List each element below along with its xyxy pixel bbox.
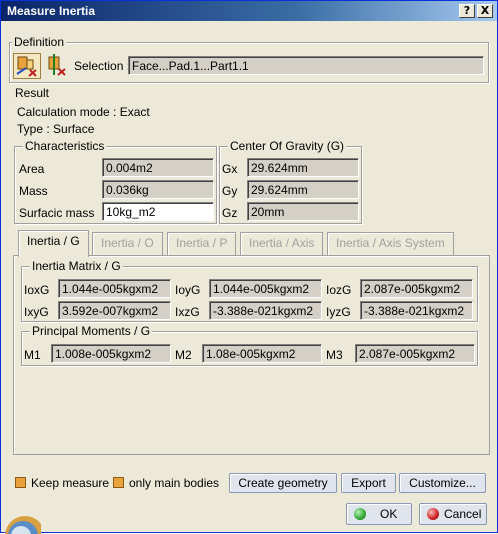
create-geometry-button[interactable]: Create geometry [229,473,337,493]
measure-inertia-dialog: Measure Inertia ? X Definition Selection… [0,0,498,534]
ixzg-value: -3.388e-021kgxm2 [209,301,322,320]
tab-inertia-axis[interactable]: Inertia / Axis [240,232,324,255]
title-bar[interactable]: Measure Inertia ? X [1,1,497,21]
mass-label: Mass [19,184,48,198]
area-label: Area [19,162,45,176]
tab-inertia-g[interactable]: Inertia / G [18,230,89,257]
characteristics-title: Characteristics [23,139,107,153]
gx-label: Gx [222,162,238,176]
ioyg-label: IoyG [175,283,201,297]
cancel-label: Cancel [444,507,482,521]
surfacic-mass-label: Surfacic mass [19,206,95,220]
gz-label: Gz [222,206,238,220]
m2-value: 1.08e-005kgxm2 [202,344,322,363]
ok-label: OK [380,507,398,521]
m2-label: M2 [175,348,192,362]
help-button[interactable]: ? [459,4,475,18]
mass-value: 0.036kg [102,180,214,199]
iyzg-label: IyzG [326,305,351,319]
gx-value: 29.624mm [247,158,359,177]
gy-label: Gy [222,184,238,198]
m1-label: M1 [24,348,41,362]
selection-label: Selection : [74,59,131,73]
customize-button[interactable]: Customize... [399,473,486,493]
keep-measure-label: Keep measure [31,476,110,490]
iyzg-value: -3.388e-021kgxm2 [360,301,473,320]
iozg-value: 2.087e-005kgxm2 [360,279,473,298]
ioxg-value: 1.044e-005kgxm2 [58,279,171,298]
tab-inertia-axis-system[interactable]: Inertia / Axis System [327,232,454,255]
measure-axis-icon[interactable] [43,53,71,79]
ok-icon [354,508,366,520]
ioyg-value: 1.044e-005kgxm2 [209,279,322,298]
ioxg-label: IoxG [24,283,50,297]
inertia-matrix-title: Inertia Matrix / G [30,259,123,273]
surfacic-mass-input[interactable]: 10kg_m2 [102,202,214,221]
area-value: 0.004m2 [102,158,214,177]
result-title: Result [15,86,50,100]
m3-label: M3 [326,348,343,362]
center-of-gravity-title: Center Of Gravity (G) [228,139,347,153]
m1-value: 1.008e-005kgxm2 [51,344,171,363]
ixzg-label: IxzG [175,305,200,319]
m3-value: 2.087e-005kgxm2 [355,344,475,363]
result-type: Type : Surface [17,122,95,136]
ok-button[interactable]: OK [346,503,412,525]
close-button[interactable]: X [477,4,493,18]
gz-value: 20mm [247,202,359,221]
keep-measure-checkbox[interactable] [15,477,26,488]
tab-inertia-o[interactable]: Inertia / O [92,232,163,255]
measure-item-icon[interactable] [13,53,41,79]
ixyg-value: 3.592e-007kgxm2 [58,301,171,320]
gy-value: 29.624mm [247,180,359,199]
selection-field[interactable]: Face...Pad.1...Part1.1 [128,56,484,75]
catia-logo-icon [1,506,41,534]
iozg-label: IozG [326,283,352,297]
only-main-bodies-checkbox[interactable] [113,477,124,488]
tab-inertia-p[interactable]: Inertia / P [167,232,237,255]
cancel-button[interactable]: Cancel [419,503,487,525]
only-main-bodies-label: only main bodies [129,476,220,490]
export-button[interactable]: Export [341,473,396,493]
cancel-icon [427,508,439,520]
principal-moments-title: Principal Moments / G [30,324,153,338]
definition-title: Definition [12,35,67,49]
ixyg-label: IxyG [24,305,49,319]
calculation-mode: Calculation mode : Exact [17,105,150,119]
dialog-title: Measure Inertia [7,4,96,18]
